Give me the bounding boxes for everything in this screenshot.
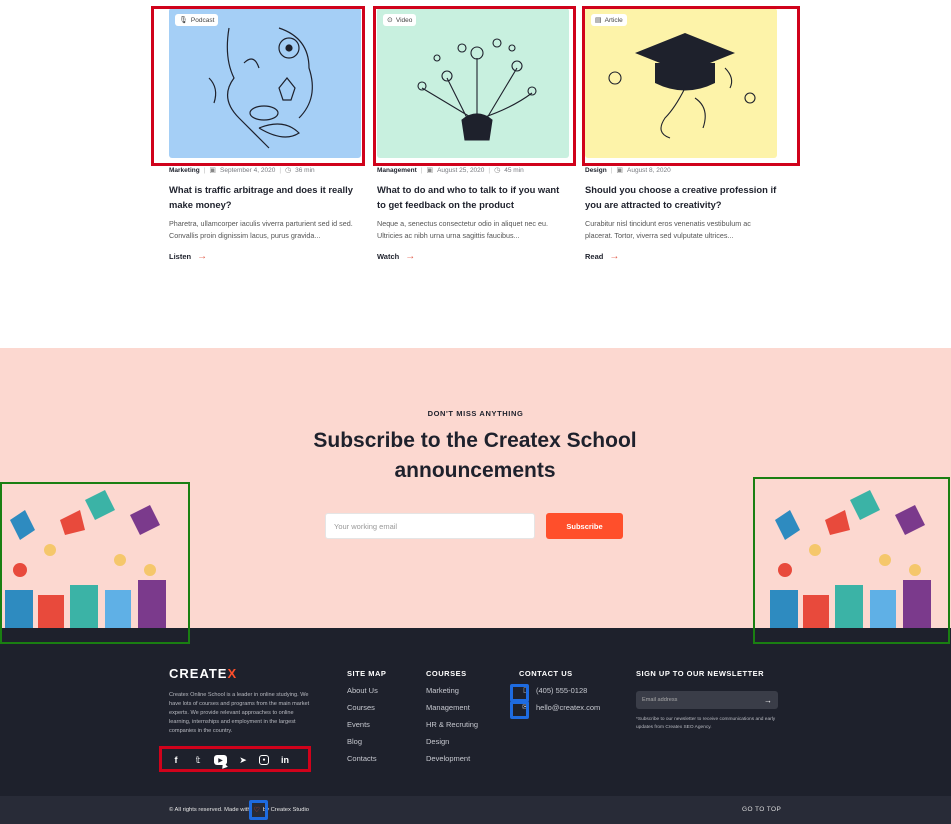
card-image[interactable]: ▤ Article xyxy=(585,8,777,158)
face-illustration xyxy=(208,27,313,149)
courses-column: COURSES Marketing Management HR & Recrut… xyxy=(426,669,478,771)
footer-link[interactable]: Events xyxy=(347,720,386,737)
calendar-icon: ▣ xyxy=(616,167,623,174)
subscribe-section: DON'T MISS ANYTHING Subscribe to the Cre… xyxy=(0,348,951,628)
footer-link[interactable]: Management xyxy=(426,703,478,720)
blog-card-video[interactable]: ⊙ Video Management | ▣ August 25, 2020 | … xyxy=(377,8,569,262)
copyright: © All rights reserved. Made with ♡ by Cr… xyxy=(169,807,309,814)
card-meta: Marketing | ▣ September 4, 2020 | ◷ 36 m… xyxy=(169,166,315,175)
card-meta: Management | ▣ August 25, 2020 | ◷ 45 mi… xyxy=(377,166,524,175)
contact-phone[interactable]: ▯ (405) 555-0128 xyxy=(519,686,600,703)
lightbulb-illustration xyxy=(417,38,537,141)
footer-link[interactable]: About Us xyxy=(347,686,386,703)
linkedin-icon[interactable]: in xyxy=(279,754,291,766)
subscribe-eyebrow: DON'T MISS ANYTHING xyxy=(427,409,524,418)
mail-icon: ✉ xyxy=(522,704,528,711)
card-badge: ▤ Article xyxy=(591,14,627,26)
courses-heading: COURSES xyxy=(426,669,467,678)
graduation-cap-illustration xyxy=(608,33,756,139)
newsletter-email-input[interactable]: Email address → xyxy=(636,691,778,709)
card-badge: ⊙ Video xyxy=(383,14,417,26)
page: 🎙 Podcast Marketing | ▣ September 4, 202… xyxy=(0,0,951,824)
subscribe-title: Subscribe to the Createx School announce… xyxy=(313,429,637,482)
contact-email[interactable]: ✉ hello@createx.com xyxy=(519,703,600,720)
arrow-right-icon: → xyxy=(609,251,620,262)
contact-column: CONTACT US ▯ (405) 555-0128 ✉ hello@create… xyxy=(519,669,600,720)
card-meta: Design | ▣ August 8, 2020 xyxy=(585,166,671,175)
arrow-right-icon: → xyxy=(405,251,416,262)
contact-heading: CONTACT US xyxy=(519,669,573,678)
footer-link[interactable]: Development xyxy=(426,754,478,771)
listen-link[interactable]: Listen → xyxy=(169,251,361,262)
card-excerpt: Neque a, senectus consectetur odio in al… xyxy=(377,219,549,240)
card-title[interactable]: Should you choose a creative profession … xyxy=(585,182,777,212)
arrow-right-icon: → xyxy=(197,251,208,262)
newsletter-column: SIGN UP TO OUR NEWSLETTER xyxy=(636,669,764,686)
footer: CREATEX Createx Online School is a leade… xyxy=(0,628,951,796)
newsletter-heading: SIGN UP TO OUR NEWSLETTER xyxy=(636,669,765,678)
footer-link[interactable]: HR & Recruting xyxy=(426,720,478,737)
card-title[interactable]: What to do and who to talk to if you wan… xyxy=(377,182,569,212)
footer-about: Createx Online School is a leader in onl… xyxy=(169,692,310,734)
mic-icon: 🎙 xyxy=(179,17,188,24)
footer-link[interactable]: Marketing xyxy=(426,686,478,703)
sitemap-column: SITE MAP About Us Courses Events Blog Co… xyxy=(347,669,386,771)
facebook-icon[interactable]: f xyxy=(170,754,182,766)
clock-icon: ◷ xyxy=(494,167,501,174)
calendar-icon: ▣ xyxy=(426,167,434,174)
arrow-right-icon[interactable]: → xyxy=(764,696,772,705)
blog-card-podcast[interactable]: 🎙 Podcast Marketing | ▣ September 4, 202… xyxy=(169,8,361,262)
blog-card-article[interactable]: ▤ Article Design | ▣ August 8, 2020 Shou… xyxy=(585,8,777,262)
footer-link[interactable]: Design xyxy=(426,737,478,754)
calendar-icon: ▣ xyxy=(209,167,217,174)
card-image[interactable]: ⊙ Video xyxy=(377,8,569,158)
card-excerpt: Pharetra, ullamcorper iaculis viverra pa… xyxy=(169,219,353,240)
card-badge: 🎙 Podcast xyxy=(175,14,219,26)
subscribe-button[interactable]: Subscribe xyxy=(546,513,623,539)
subscribe-email-input[interactable]: Your working email xyxy=(325,513,535,539)
blog-cards-section: 🎙 Podcast Marketing | ▣ September 4, 202… xyxy=(0,0,951,348)
footer-link[interactable]: Courses xyxy=(347,703,386,720)
clock-icon: ◷ xyxy=(285,167,292,174)
twitter-icon[interactable]: 𝕥 xyxy=(192,754,204,766)
file-icon: ▤ xyxy=(595,17,602,24)
card-image[interactable]: 🎙 Podcast xyxy=(169,8,361,158)
card-title[interactable]: What is traffic arbitrage and does it re… xyxy=(169,182,361,212)
telegram-icon[interactable]: ➤ xyxy=(237,754,249,766)
graduation-hands-illustration xyxy=(770,490,931,628)
footer-bottom-bar: © All rights reserved. Made with ♡ by Cr… xyxy=(0,796,951,824)
footer-link[interactable]: Contacts xyxy=(347,754,386,771)
phone-icon: ▯ xyxy=(523,687,527,694)
sitemap-heading: SITE MAP xyxy=(347,669,387,678)
createx-logo[interactable]: CREATEX xyxy=(169,666,237,681)
footer-link[interactable]: Blog xyxy=(347,737,386,754)
read-link[interactable]: Read → xyxy=(585,251,777,262)
graduation-hands-illustration xyxy=(5,490,166,628)
go-to-top-button[interactable]: GO TO TOP xyxy=(742,806,781,813)
watch-link[interactable]: Watch → xyxy=(377,251,569,262)
card-excerpt: Curabitur nisl tincidunt eros venenatis … xyxy=(585,219,751,240)
play-icon: ⊙ xyxy=(387,17,393,24)
social-links: f 𝕥 ▶ ➤ ● in xyxy=(170,754,291,766)
newsletter-note: *Subscribe to our newsletter to receive … xyxy=(636,717,776,730)
heart-icon: ♡ xyxy=(253,807,260,814)
instagram-icon[interactable]: ● xyxy=(259,755,269,765)
